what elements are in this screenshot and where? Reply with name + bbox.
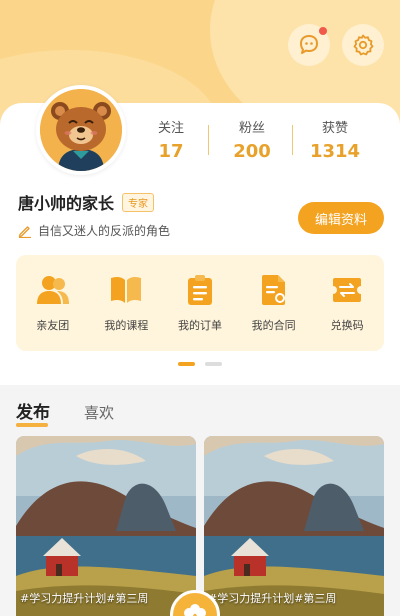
- stat-value: 1314: [309, 141, 361, 162]
- content-tabs: 发布 喜欢: [16, 398, 148, 427]
- menu-label: 兑换码: [330, 319, 364, 332]
- page-dot-active: [178, 362, 195, 366]
- menu-item-friends[interactable]: 亲友团: [23, 273, 83, 351]
- quick-menu: 亲友团 我的课程 我的订单 我的合同 兑换码: [16, 255, 384, 351]
- unread-dot: [319, 27, 327, 35]
- bio-row: 自信又迷人的反派的角色: [18, 222, 170, 239]
- page-dot: [205, 362, 222, 366]
- stat-value: 17: [158, 141, 184, 162]
- user-name: 唐小帅的家长: [18, 194, 115, 213]
- post-caption: #学习力提升计划#第三周: [208, 592, 337, 605]
- people-icon: [36, 276, 69, 304]
- post-card[interactable]: #学习力提升计划#第三周: [204, 436, 384, 616]
- edit-profile-button[interactable]: 编辑资料: [298, 202, 384, 234]
- post-card[interactable]: #学习力提升计划#第三周: [16, 436, 196, 616]
- settings-button[interactable]: [342, 24, 384, 66]
- flower-icon: [184, 604, 206, 616]
- bear-avatar-icon: [40, 89, 122, 171]
- gear-icon: [353, 34, 374, 56]
- exchange-icon: [333, 278, 362, 302]
- avatar-image: [40, 89, 122, 171]
- role-badge: 专家: [122, 192, 155, 212]
- post-landscape-image: [16, 436, 196, 616]
- stat-label: 粉丝: [238, 121, 265, 136]
- menu-label: 我的合同: [251, 319, 296, 332]
- post-caption: #学习力提升计划#第三周: [20, 592, 149, 605]
- post-landscape-image: [204, 436, 384, 616]
- chat-bubble-icon: [300, 35, 318, 54]
- stat-following[interactable]: 关注 17: [131, 117, 211, 162]
- divider: [208, 125, 209, 155]
- menu-label: 我的订单: [177, 319, 222, 332]
- menu-item-contracts[interactable]: 我的合同: [244, 273, 304, 351]
- name-row: 唐小帅的家长 专家: [18, 190, 155, 214]
- menu-item-redeem-code[interactable]: 兑换码: [317, 273, 377, 351]
- divider: [292, 125, 293, 155]
- stat-label: 关注: [157, 121, 184, 136]
- pencil-icon: [18, 225, 31, 238]
- tab-likes[interactable]: 喜欢: [84, 402, 114, 427]
- messages-button[interactable]: [288, 24, 330, 66]
- menu-label: 我的课程: [104, 319, 149, 332]
- clipboard-icon: [187, 275, 212, 305]
- book-icon: [111, 276, 142, 303]
- stat-followers[interactable]: 粉丝 200: [212, 117, 292, 162]
- bio-text: 自信又迷人的反派的角色: [38, 224, 171, 238]
- menu-item-courses[interactable]: 我的课程: [96, 273, 156, 351]
- tab-published[interactable]: 发布: [16, 398, 50, 427]
- stat-likes[interactable]: 获赞 1314: [295, 117, 375, 162]
- menu-label: 亲友团: [36, 319, 70, 332]
- stat-value: 200: [233, 141, 271, 162]
- avatar[interactable]: [36, 85, 126, 175]
- menu-item-orders[interactable]: 我的订单: [170, 273, 230, 351]
- page-indicator: [178, 362, 222, 366]
- stat-label: 获赞: [321, 121, 348, 136]
- contract-icon: [261, 275, 285, 305]
